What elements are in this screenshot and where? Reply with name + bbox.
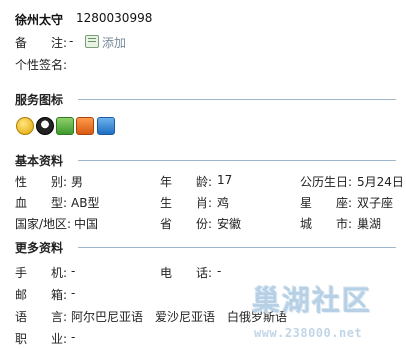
zodiac-value: 鸡: [217, 196, 230, 210]
age-label: 年 龄:: [160, 175, 213, 189]
watermark-url: www.238000.net: [254, 326, 363, 340]
birthday-label: 公历生日:: [300, 175, 353, 189]
mobile-label: 手 机:: [15, 266, 68, 280]
job-value: -: [71, 330, 76, 344]
city-value: 巢湖: [357, 217, 382, 231]
phone-value: -: [217, 264, 222, 278]
qq-face-icon[interactable]: [16, 117, 34, 135]
language-label: 语 言:: [15, 310, 68, 324]
home-icon[interactable]: [76, 117, 94, 135]
province-value: 安徽: [217, 217, 242, 231]
zodiac-label: 生 肖:: [160, 196, 213, 210]
country-label: 国家/地区:: [15, 217, 72, 231]
mobile-value: -: [71, 264, 76, 278]
pet-icon[interactable]: [56, 117, 74, 135]
email-label: 邮 箱:: [15, 288, 68, 302]
province-label: 省 份:: [160, 217, 213, 231]
basic-section-title: 基本资料: [15, 154, 64, 168]
nickname: 徐州太守: [15, 13, 64, 27]
constellation-label: 星 座:: [300, 196, 353, 210]
signature-label: 个性签名:: [15, 58, 68, 72]
job-label: 职 业:: [15, 332, 68, 346]
birthday-value: 5月24日: [357, 175, 404, 189]
basic-divider: [78, 160, 396, 161]
edit-note-icon[interactable]: [85, 35, 99, 48]
penguin-icon[interactable]: [36, 117, 54, 135]
remark-label: 备 注:: [15, 36, 68, 50]
services-divider: [78, 99, 396, 100]
more-section-title: 更多资料: [15, 241, 64, 255]
watermark-brand: 巢湖社区: [252, 284, 373, 317]
blood-label: 血 型:: [15, 196, 68, 210]
blood-value: AB型: [71, 196, 100, 210]
age-value: 17: [217, 173, 233, 187]
photo-icon[interactable]: [97, 117, 115, 135]
email-value: -: [71, 286, 76, 300]
city-label: 城 市:: [300, 217, 353, 231]
more-divider: [78, 247, 396, 248]
constellation-value: 双子座: [357, 196, 394, 210]
phone-label: 电 话:: [160, 266, 213, 280]
gender-label: 性 别:: [15, 175, 68, 189]
services-section-title: 服务图标: [15, 93, 64, 107]
add-remark-link[interactable]: 添加: [102, 34, 126, 51]
qq-number: 1280030998: [76, 11, 153, 25]
country-value: 中国: [74, 217, 99, 231]
gender-value: 男: [71, 175, 84, 189]
remark-value: -: [69, 34, 74, 48]
